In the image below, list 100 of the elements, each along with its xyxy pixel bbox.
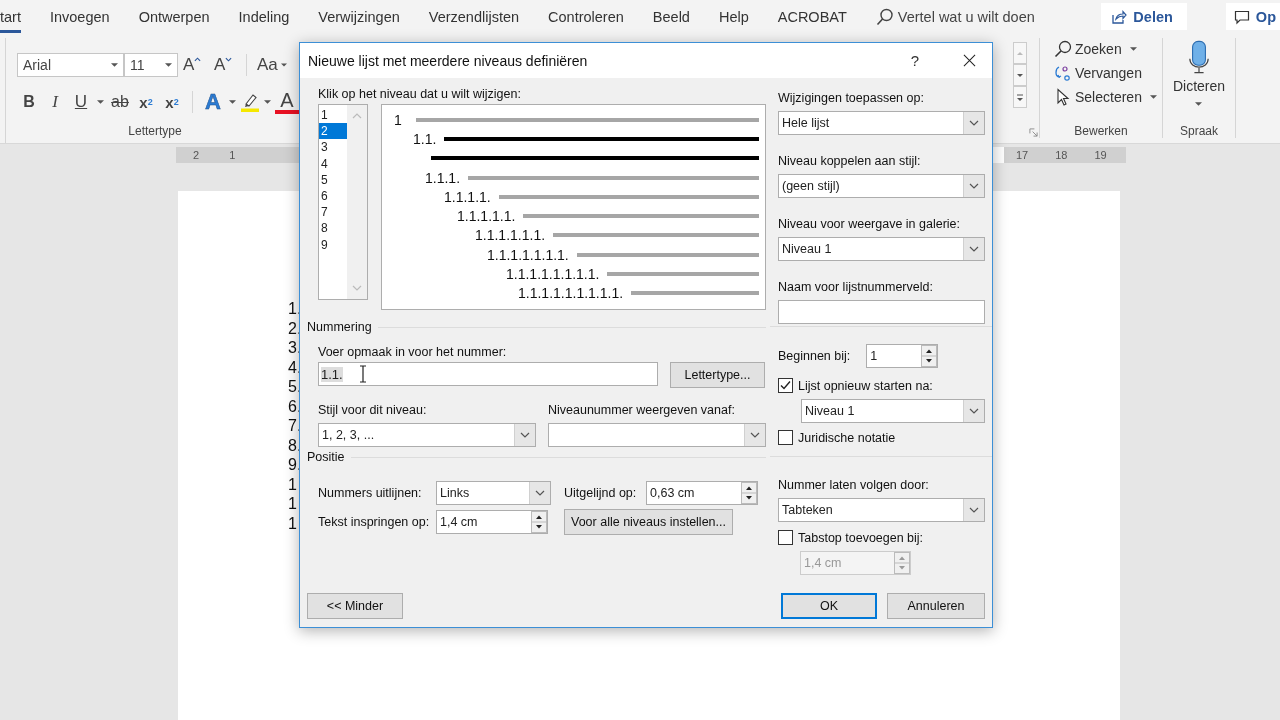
chevron-down-icon[interactable] (963, 499, 984, 521)
level-item[interactable]: 6 (319, 187, 347, 205)
caret-icon[interactable] (264, 100, 271, 104)
tell-me-field[interactable]: Vertel wat u wilt doen (897, 8, 1035, 25)
dropdown[interactable]: Links (436, 481, 551, 505)
level-number: 1 (394, 111, 402, 128)
chevron-down-icon[interactable] (963, 112, 984, 134)
ribbon-command[interactable]: Zoeken (1054, 37, 1162, 61)
caret-icon[interactable] (229, 100, 236, 104)
spin-box[interactable]: 1,4 cm (436, 510, 548, 534)
bold-button[interactable]: B (17, 90, 41, 114)
level-item[interactable]: 5 (319, 171, 347, 188)
field-label: Nummers uitlijnen: (318, 486, 423, 500)
font-dropdown[interactable]: Arial (17, 53, 124, 77)
less-button[interactable]: << Minder (307, 593, 403, 619)
level-item[interactable]: 9 (319, 236, 347, 253)
dropdown[interactable]: (geen stijl) (778, 174, 985, 198)
dropdown[interactable]: Niveau 1 (778, 237, 985, 261)
dictate-button[interactable]: Dicteren (1172, 33, 1226, 113)
underline-button[interactable]: U (69, 90, 93, 114)
help-button[interactable]: ? (892, 52, 938, 69)
spin-arrows-icon[interactable] (531, 511, 547, 533)
chevron-down-icon[interactable] (963, 175, 984, 197)
grow-font-button[interactable]: A (183, 53, 205, 77)
spin-box[interactable]: 1 (866, 344, 939, 368)
cancel-button[interactable]: Annuleren (887, 593, 985, 619)
chevron-down-icon[interactable] (744, 424, 765, 446)
level-item[interactable]: 3 (319, 139, 347, 156)
strikethrough-button[interactable]: ab (108, 90, 132, 114)
dialog-launcher-icon[interactable] (1029, 128, 1038, 137)
caret-icon (165, 63, 172, 67)
level-item[interactable]: 2 (319, 123, 347, 140)
level-number: 1.1.1.1.1.1. (475, 227, 546, 244)
dropdown[interactable]: Tabteken (778, 498, 985, 522)
scrollbar[interactable] (347, 105, 367, 299)
chevron-down-icon[interactable] (963, 238, 984, 260)
chevron-down-icon[interactable] (514, 424, 535, 446)
field-label: Niveau koppelen aan stijl: (778, 153, 921, 169)
chevron-down-icon[interactable] (963, 400, 984, 422)
dropdown[interactable]: Niveau 1 (801, 399, 985, 423)
dropdown[interactable]: 1, 2, 3, ... (318, 423, 536, 447)
spin-arrows-icon[interactable] (921, 345, 938, 367)
ribbon-tab[interactable]: Controleren (548, 0, 624, 33)
share-button[interactable]: Delen (1101, 3, 1187, 30)
ribbon-tab[interactable]: Verzendlijsten (428, 0, 520, 33)
chevron-down-icon[interactable] (529, 482, 550, 504)
list-number: 1 (288, 474, 297, 494)
level-item[interactable]: 8 (319, 220, 347, 237)
checkbox[interactable] (778, 378, 793, 393)
caret-icon[interactable] (97, 100, 104, 104)
change-case-button[interactable]: Aa (257, 53, 287, 77)
spin-arrows-icon[interactable] (741, 482, 757, 504)
list-number: 8. (288, 435, 302, 455)
share-icon (1111, 8, 1128, 25)
ribbon-tab[interactable]: Verwijzingen (318, 0, 400, 33)
comments-button[interactable]: Op (1225, 3, 1280, 30)
font-button[interactable]: Lettertype... (670, 362, 765, 388)
ruler-number: 2 (193, 149, 200, 161)
caret-icon (1195, 102, 1203, 106)
superscript-button[interactable]: x$^{2}$ (160, 90, 184, 114)
checkbox-label: Tabstop toevoegen bij: (798, 530, 924, 545)
level-item[interactable]: 4 (319, 155, 347, 172)
list-number: 1 (288, 494, 297, 514)
level-number: 1.1.1. (425, 169, 461, 186)
ribbon-tab[interactable]: Help (718, 0, 749, 33)
ribbon-tab[interactable]: Ontwerpen (138, 0, 210, 33)
input-field[interactable] (778, 300, 985, 324)
spin-box[interactable]: 0,63 cm (646, 481, 758, 505)
font-size-dropdown[interactable]: 11 (124, 53, 178, 77)
level-item[interactable]: 1 (319, 107, 347, 124)
ribbon-tab[interactable]: ACROBAT (777, 0, 847, 33)
italic-button[interactable]: I (43, 90, 67, 114)
search-icon[interactable] (875, 7, 894, 26)
dropdown[interactable]: Hele lijst (778, 111, 985, 135)
search-icon (1054, 40, 1072, 58)
scroll-down-icon[interactable] (1013, 64, 1027, 86)
checkbox[interactable] (778, 430, 793, 445)
ribbon-tab[interactable]: Indeling (238, 0, 290, 33)
section-heading: Positie (307, 450, 345, 464)
level-number: 1.1.1.1.1.1.1.1.1. (518, 285, 624, 302)
ribbon-tab[interactable]: Beeld (652, 0, 690, 33)
ruler-number: 18 (1055, 149, 1068, 161)
field-label: Naam voor lijstnummerveld: (778, 279, 933, 295)
shrink-font-button[interactable]: A (214, 53, 236, 77)
set-all-levels-button[interactable]: Voor alle niveaus instellen... (564, 509, 733, 535)
level-list[interactable]: 1 2 3 4 5 6 7 8 9 (318, 104, 368, 300)
dropdown[interactable] (548, 423, 766, 447)
ribbon-command[interactable]: Selecteren (1054, 85, 1162, 109)
highlighter-icon[interactable] (240, 92, 260, 112)
text-effects-button[interactable]: A (201, 90, 225, 114)
input-field[interactable]: 1.1. (318, 362, 658, 386)
ok-button[interactable]: OK (781, 593, 877, 619)
caret-up-icon (194, 57, 202, 62)
level-item[interactable]: 7 (319, 204, 347, 221)
field-label: Voer opmaak in voor het nummer: (317, 344, 508, 360)
ribbon-tab[interactable]: Invoegen (49, 0, 110, 33)
checkbox-label: Juridische notatie (798, 430, 896, 445)
ribbon-command[interactable]: Vervangen (1054, 61, 1162, 85)
scroll-up-icon[interactable] (1013, 42, 1027, 64)
more-styles-icon[interactable] (1013, 86, 1027, 108)
